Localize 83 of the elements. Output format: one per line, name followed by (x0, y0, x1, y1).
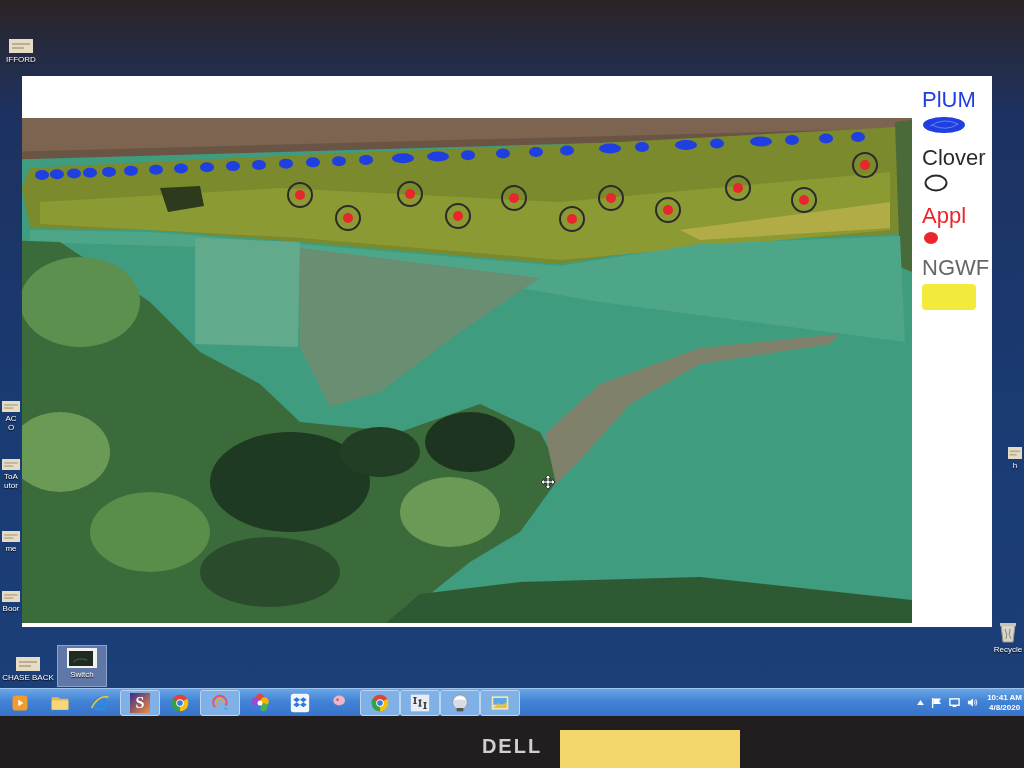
apple-marker-icon (343, 213, 353, 223)
move-cursor-icon (541, 475, 555, 489)
clover-marker-icon (501, 185, 527, 211)
taskbar-button[interactable] (440, 689, 480, 716)
clover-marker-icon (791, 187, 817, 213)
plum-marker-icon (67, 168, 81, 179)
file-icon (2, 401, 20, 412)
plum-marker-icon (200, 162, 214, 173)
apple-marker-icon (295, 190, 305, 200)
plum-marker-icon (461, 150, 475, 161)
plum-marker-icon (50, 169, 64, 180)
apple-marker-icon (405, 189, 415, 199)
clover-marker-icon (655, 197, 681, 223)
clover-marker-icon (725, 175, 751, 201)
apple-marker-icon (799, 195, 809, 205)
columns-icon (410, 692, 430, 713)
plum-marker-icon (710, 138, 724, 149)
legend-label: PlUM (922, 88, 976, 112)
taskbar-button[interactable] (400, 689, 440, 716)
apple-marker-icon (663, 205, 673, 215)
taskbar-button[interactable]: S (120, 689, 160, 716)
plum-marker-icon (174, 163, 188, 174)
legend-label: NGWF (922, 256, 990, 280)
clover-marker-icon (445, 203, 471, 229)
clover-marker-icon (559, 206, 585, 232)
file-icon (16, 657, 40, 671)
plum-marker-icon (149, 164, 163, 175)
disc-icon (450, 692, 470, 713)
clover-marker-icon (335, 205, 361, 231)
apple-marker-icon (860, 160, 870, 170)
plum-marker-icon (819, 133, 833, 144)
circle-logo-icon (170, 692, 190, 713)
swirl-icon (210, 692, 230, 713)
plum-marker-icon (252, 159, 266, 170)
legend-label: Clover (922, 146, 986, 170)
plum-marker-icon (392, 153, 414, 164)
thumbnail-icon (67, 648, 97, 668)
plum-marker-icon (560, 145, 574, 156)
apple-marker-icon (509, 193, 519, 203)
plum-marker-icon (83, 167, 97, 178)
file-icon (2, 531, 20, 542)
speaker-icon[interactable] (967, 697, 979, 708)
clover-marker-icon (598, 185, 624, 211)
network-icon[interactable] (949, 697, 961, 708)
plum-marker-icon (851, 131, 865, 142)
plum-marker-icon (675, 140, 697, 150)
clover-marker-icon (287, 182, 313, 208)
apple-marker-icon (606, 193, 616, 203)
flag-icon[interactable] (931, 697, 943, 708)
file-icon (2, 591, 20, 602)
recycle-bin-icon (999, 621, 1017, 643)
plum-marker-icon (35, 170, 49, 180)
plum-marker-icon (279, 158, 293, 169)
apple-marker-icon (567, 214, 577, 224)
plum-marker-icon (750, 136, 772, 147)
plum-marker-icon (306, 157, 320, 168)
brand-logo: DELL (481, 736, 543, 756)
plum-marker-icon (427, 151, 449, 162)
clover-marker-icon (852, 152, 878, 178)
plum-marker-icon (359, 154, 373, 165)
apple-marker-icon (453, 211, 463, 221)
taskbar-button[interactable] (360, 689, 400, 716)
plum-marker-icon (102, 166, 116, 177)
plum-marker-icon (635, 142, 649, 153)
pinwheel-icon (250, 692, 270, 713)
file-icon (2, 459, 20, 470)
desktop-icon[interactable]: Switch (57, 645, 107, 687)
plum-marker-icon (226, 161, 240, 172)
legend-label: Appl (922, 204, 967, 228)
plum-marker-icon (785, 135, 799, 146)
plum-marker-icon (332, 156, 346, 167)
circle-logo-icon (370, 692, 390, 713)
box-icon (290, 692, 310, 713)
show-hidden-icon[interactable] (917, 700, 925, 705)
file-icon (9, 39, 33, 53)
plum-marker-icon (599, 143, 621, 154)
clover-marker-icon (397, 181, 423, 207)
apple-marker-icon (733, 183, 743, 193)
clock[interactable]: 10:41 AM 4/8/2020 (985, 692, 1024, 713)
plum-marker-icon (496, 148, 510, 159)
file-icon (1008, 447, 1022, 459)
plum-marker-icon (529, 147, 543, 157)
plum-marker-icon (124, 165, 138, 176)
